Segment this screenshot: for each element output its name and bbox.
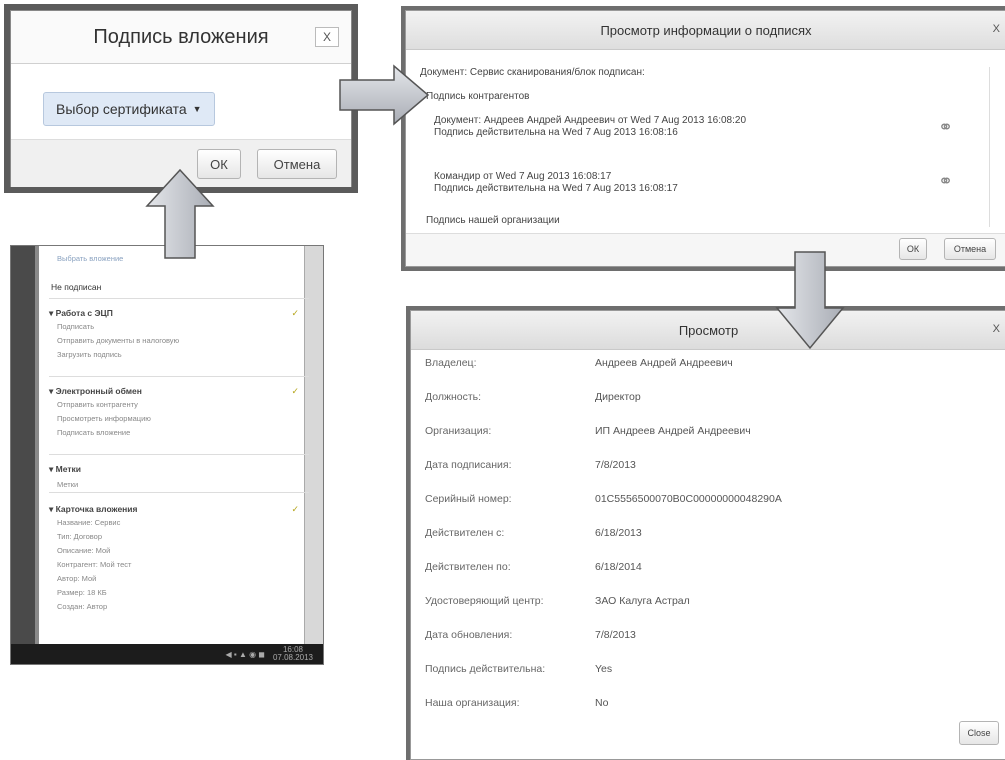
field-value: 7/8/2013 [595, 459, 636, 471]
signature-2-line-2: Подпись действительна на Wed 7 Aug 2013 … [434, 183, 678, 194]
section-item[interactable]: Отправить документы в налоговую [57, 336, 179, 345]
divider [49, 492, 309, 493]
section-item[interactable]: Подписать [57, 322, 94, 331]
cancel-button[interactable]: Отмена [257, 149, 337, 179]
section-title[interactable]: ▾ Электронный обмен [49, 386, 142, 397]
arrow-right-icon [338, 64, 430, 126]
dialog-title: Просмотр [411, 311, 1005, 350]
field-label: Действителен по: [425, 561, 511, 573]
section-title[interactable]: ▾ Работа с ЭЦП [49, 308, 113, 319]
section-item: Название: Сервис [57, 518, 121, 527]
section-item: Описание: Мой [57, 546, 111, 555]
signature-1-line-1: Документ: Андреев Андрей Андреевич от We… [434, 115, 747, 126]
section-title[interactable]: ▾ Карточка вложения [49, 504, 138, 515]
contragent-signatures-header: Подпись контрагентов [426, 91, 530, 102]
taskbar-clock: 16:08 07.08.2013 [273, 646, 313, 662]
ok-button[interactable]: ОК [899, 238, 927, 260]
field-label: Наша организация: [425, 697, 520, 709]
divider [49, 298, 309, 299]
close-button[interactable]: Close [959, 721, 999, 745]
divider [49, 376, 309, 377]
section-item[interactable]: Отправить контрагенту [57, 400, 138, 409]
dialog-title: Просмотр информации о подписях [406, 11, 1005, 50]
arrow-up-icon [145, 168, 215, 260]
check-icon: ✓ [291, 386, 299, 396]
field-label: Дата подписания: [425, 459, 512, 471]
tray-icons[interactable]: ◀ ▪ ▲ ◉ ◼ [226, 650, 265, 659]
link-icon[interactable]: ⚭ [938, 117, 953, 138]
panel-left-frame [11, 246, 35, 664]
field-label: Организация: [425, 425, 492, 437]
field-value: 6/18/2014 [595, 561, 642, 573]
document-line: Документ: Сервис сканирования/блок подпи… [420, 67, 645, 78]
field-value: 6/18/2013 [595, 527, 642, 539]
our-org-signatures-header: Подпись нашей организации [426, 215, 560, 226]
divider [49, 454, 309, 455]
panel-left-scrollbar[interactable] [35, 246, 39, 664]
field-label: Должность: [425, 391, 482, 403]
section-item: Автор: Мой [57, 574, 97, 583]
section-item[interactable]: Подписать вложение [57, 428, 130, 437]
field-label: Дата обновления: [425, 629, 513, 641]
chevron-down-icon: ▼ [192, 104, 202, 114]
section-item[interactable]: Просмотреть информацию [57, 414, 151, 423]
signature-2-line-1: Командир от Wed 7 Aug 2013 16:08:17 [434, 171, 612, 182]
field-value: Директор [595, 391, 641, 403]
document-side-panel: Выбрать вложение Не подписан ▾ Работа с … [10, 245, 324, 665]
select-attachment-link[interactable]: Выбрать вложение [57, 254, 123, 263]
field-value: Yes [595, 663, 613, 675]
cancel-button[interactable]: Отмена [944, 238, 996, 260]
field-label: Удостоверяющий центр: [425, 595, 544, 607]
section-item: Тип: Договор [57, 532, 102, 541]
dialog-title: Подпись вложения [11, 11, 351, 64]
field-value: ЗАО Калуга Астрал [595, 595, 690, 607]
section-item[interactable]: Метки [57, 480, 78, 489]
signature-status: Не подписан [51, 282, 102, 292]
taskbar: ◀ ▪ ▲ ◉ ◼ 16:08 07.08.2013 [11, 644, 323, 664]
field-value: No [595, 697, 609, 709]
vertical-scrollbar[interactable] [989, 67, 1000, 227]
close-icon[interactable]: X [993, 323, 1000, 335]
signature-info-dialog: Просмотр информации о подписях X Докумен… [405, 10, 1005, 267]
taskbar-date: 07.08.2013 [272, 653, 313, 662]
field-value: 01C5556500070B0C00000000048290A [595, 493, 782, 505]
field-value: Андреев Андрей Андреевич [595, 357, 733, 369]
certificate-view-dialog: Просмотр X Владелец: Андреев Андрей Андр… [410, 310, 1005, 760]
check-icon: ✓ [291, 308, 299, 318]
field-value: ИП Андреев Андрей Андреевич [595, 425, 751, 437]
vertical-scrollbar[interactable] [304, 246, 323, 644]
sign-attachment-dialog: Подпись вложения X Выбор сертификата ▼ О… [10, 10, 352, 187]
arrow-down-icon [775, 250, 845, 350]
close-icon[interactable]: X [993, 23, 1000, 35]
link-icon[interactable]: ⚭ [938, 171, 953, 192]
check-icon: ✓ [291, 504, 299, 514]
section-item[interactable]: Загрузить подпись [57, 350, 122, 359]
field-value: 7/8/2013 [595, 629, 636, 641]
field-label: Владелец: [425, 357, 477, 369]
field-label: Подпись действительна: [425, 663, 546, 675]
section-item: Размер: 18 КБ [57, 588, 107, 597]
dialog-footer: ОК Отмена [406, 233, 1005, 266]
dialog-body: Выбор сертификата ▼ [11, 64, 351, 139]
select-certificate-label: Выбор сертификата [56, 101, 187, 117]
section-title[interactable]: ▾ Метки [49, 464, 81, 475]
signature-1-line-2: Подпись действительна на Wed 7 Aug 2013 … [434, 127, 678, 138]
section-item: Контрагент: Мой тест [57, 560, 132, 569]
close-icon[interactable]: X [315, 27, 339, 47]
field-label: Действителен с: [425, 527, 505, 539]
section-item: Создан: Автор [57, 602, 108, 611]
select-certificate-button[interactable]: Выбор сертификата ▼ [43, 92, 215, 126]
field-label: Серийный номер: [425, 493, 512, 505]
